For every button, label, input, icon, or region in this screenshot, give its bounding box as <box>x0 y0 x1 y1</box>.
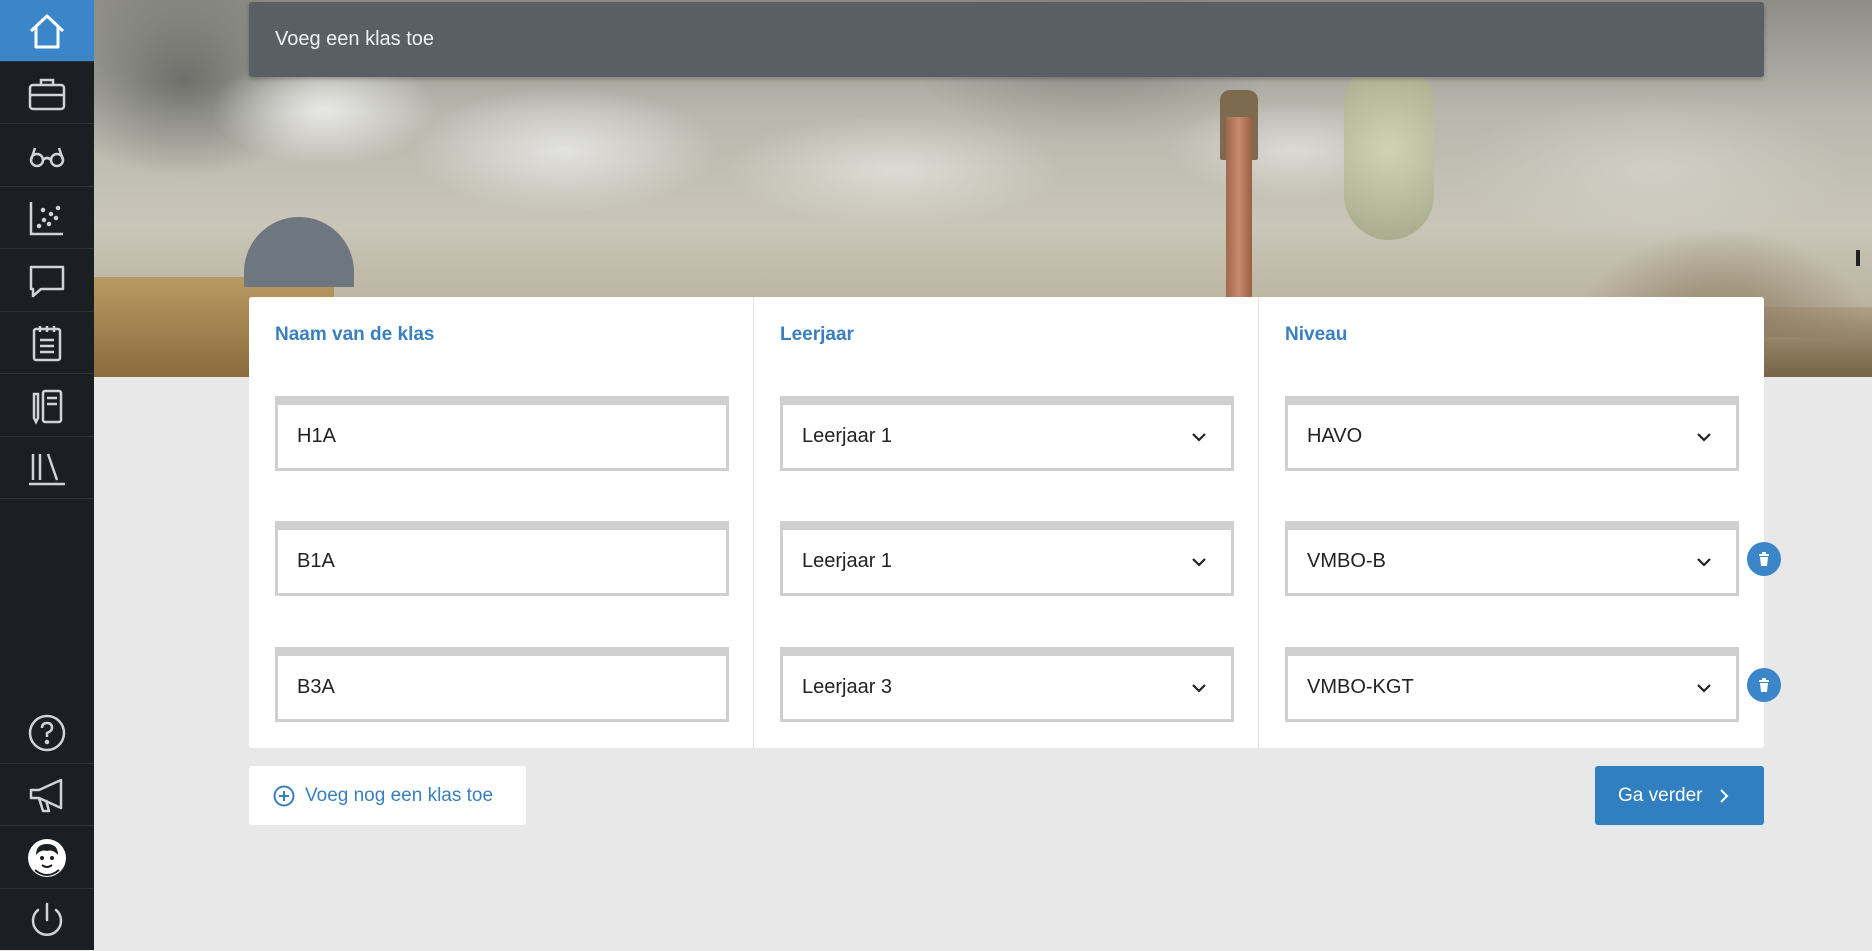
trash-icon <box>1759 552 1769 566</box>
nav-library[interactable] <box>0 437 94 499</box>
trash-icon <box>1759 678 1769 692</box>
year-select[interactable]: Leerjaar 1 <box>780 521 1234 596</box>
column-header-level: Niveau <box>1285 324 1348 345</box>
megaphone-icon <box>29 778 63 812</box>
sidebar <box>0 0 94 950</box>
help-icon <box>28 714 66 751</box>
hero-dome <box>244 217 354 287</box>
year-select[interactable]: Leerjaar 3 <box>780 647 1234 722</box>
chevron-right-icon <box>1720 788 1729 803</box>
delete-row-button[interactable] <box>1747 542 1781 576</box>
level-select[interactable]: VMBO-KGT <box>1285 647 1739 722</box>
chevron-down-icon <box>1697 557 1711 567</box>
nav-notebook[interactable] <box>0 375 94 437</box>
level-select-value: VMBO-KGT <box>1307 676 1414 698</box>
nav-observe[interactable] <box>0 125 94 187</box>
hero-column <box>1226 117 1252 317</box>
column-header-year: Leerjaar <box>780 324 854 345</box>
scroll-indicator <box>1856 250 1860 266</box>
delete-row-button[interactable] <box>1747 668 1781 702</box>
continue-label: Ga verder <box>1618 784 1703 806</box>
power-icon <box>31 902 63 936</box>
nav-portfolio[interactable] <box>0 62 94 124</box>
chevron-down-icon <box>1192 432 1206 442</box>
nav-messages[interactable] <box>0 250 94 312</box>
level-select-value: VMBO-B <box>1307 550 1386 572</box>
avatar-icon <box>28 838 66 877</box>
nav-help[interactable] <box>0 702 94 764</box>
hero-tree <box>1344 60 1434 240</box>
chevron-down-icon <box>1697 432 1711 442</box>
class-form-card: Naam van de klas H1A B1A B3A Leerjaar Le… <box>249 297 1764 748</box>
plus-circle-icon <box>273 785 295 806</box>
continue-button[interactable]: Ga verder <box>1595 766 1764 825</box>
chevron-down-icon <box>1697 683 1711 693</box>
level-column: Niveau HAVO VMBO-B VMBO-KGT <box>1259 297 1764 748</box>
page-title: Voeg een klas toe <box>275 28 435 50</box>
year-select-value: Leerjaar 1 <box>802 550 893 572</box>
add-class-label: Voeg nog een klas toe <box>305 784 494 806</box>
nav-results[interactable] <box>0 187 94 249</box>
year-column: Leerjaar Leerjaar 1 Leerjaar 1 Leerjaar … <box>754 297 1259 748</box>
library-books-icon <box>29 453 65 485</box>
chat-bubble-icon <box>29 265 65 297</box>
class-name-input[interactable]: B1A <box>275 521 729 596</box>
column-header-name: Naam van de klas <box>275 324 435 345</box>
add-class-button[interactable]: Voeg nog een klas toe <box>249 766 526 825</box>
briefcase-icon <box>28 78 66 110</box>
level-select[interactable]: HAVO <box>1285 396 1739 471</box>
glasses-icon <box>29 147 65 167</box>
class-name-input[interactable]: B3A <box>275 647 729 722</box>
year-select-value: Leerjaar 3 <box>802 676 893 698</box>
chevron-down-icon <box>1192 683 1206 693</box>
scatter-chart-icon <box>29 201 63 235</box>
nav-announcements[interactable] <box>0 764 94 826</box>
nav-profile[interactable] <box>0 827 94 889</box>
nav-home[interactable] <box>0 0 94 62</box>
notebook-pencil-icon <box>32 389 63 425</box>
page-header: Voeg een klas toe <box>249 2 1764 77</box>
level-select-value: HAVO <box>1307 425 1363 447</box>
name-column: Naam van de klas H1A B1A B3A <box>249 297 754 748</box>
nav-tasks[interactable] <box>0 312 94 374</box>
clipboard-icon <box>32 325 62 361</box>
nav-logout[interactable] <box>0 889 94 951</box>
year-select-value: Leerjaar 1 <box>802 425 893 447</box>
class-name-input[interactable]: H1A <box>275 396 729 471</box>
chevron-down-icon <box>1192 557 1206 567</box>
year-select[interactable]: Leerjaar 1 <box>780 396 1234 471</box>
home-icon <box>29 14 65 48</box>
level-select[interactable]: VMBO-B <box>1285 521 1739 596</box>
